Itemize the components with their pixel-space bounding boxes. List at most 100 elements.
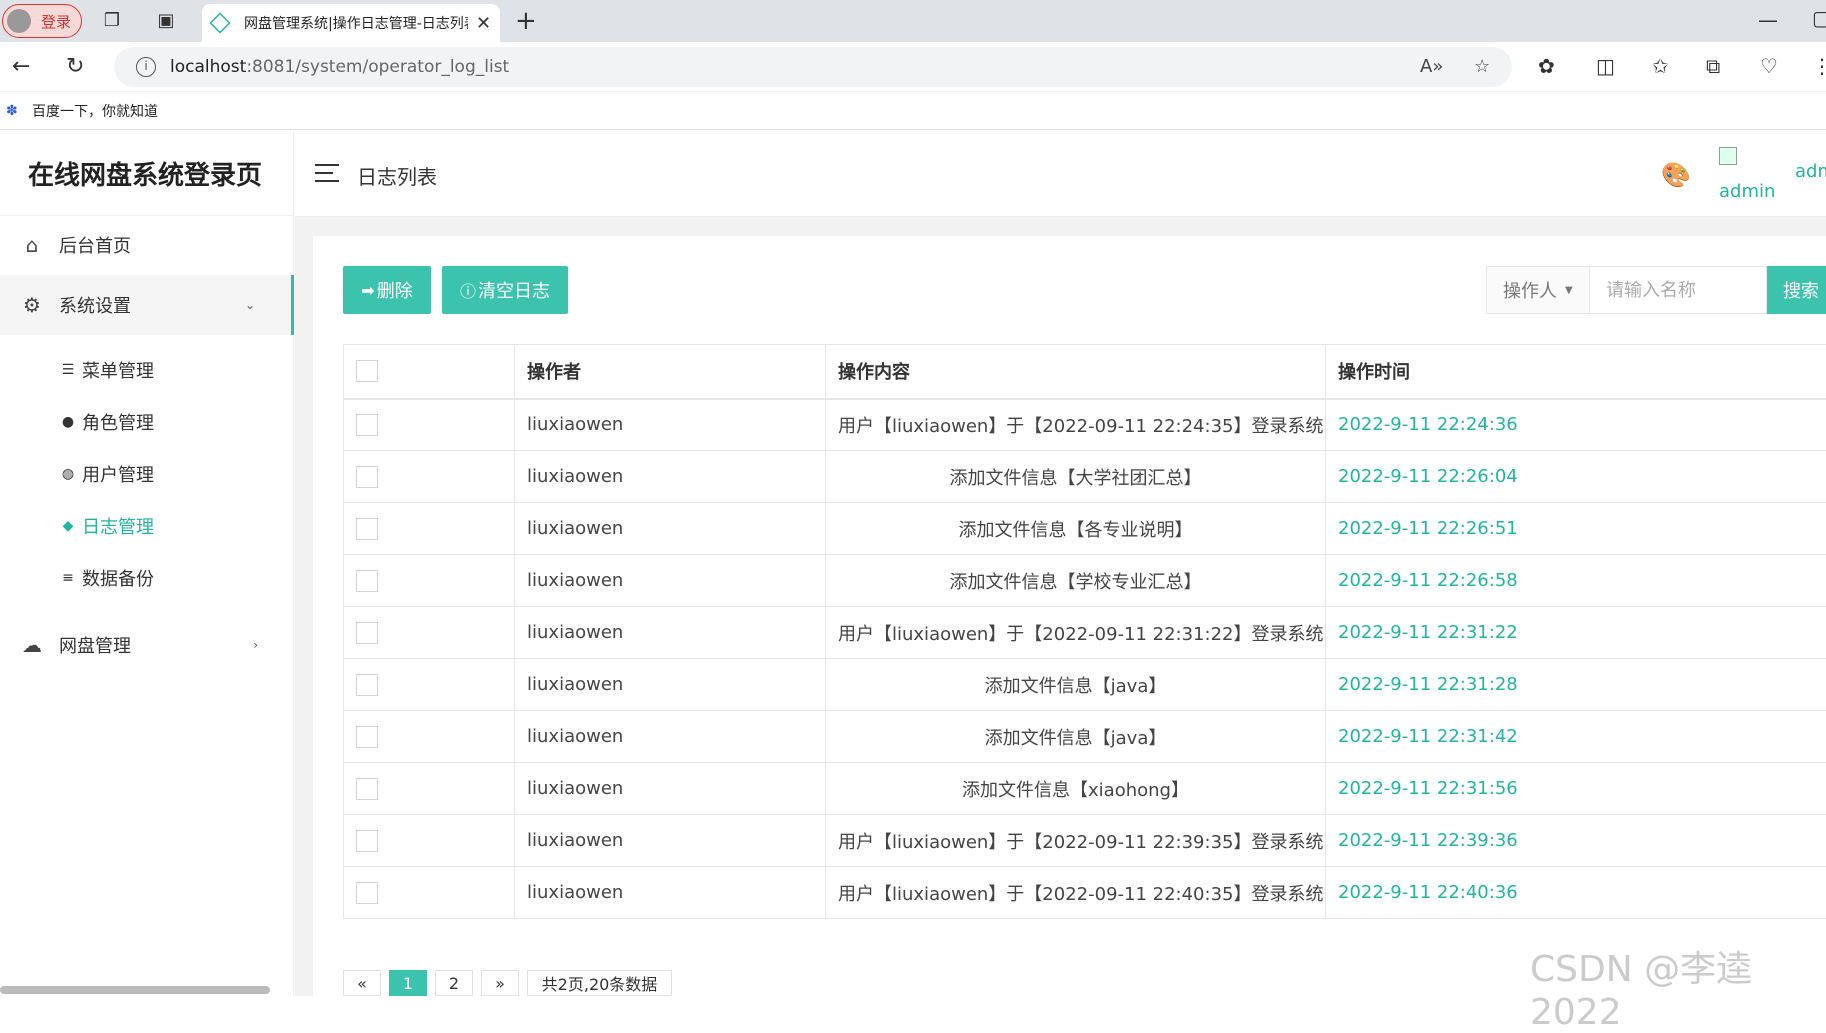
minimize-icon[interactable]: — bbox=[1758, 8, 1778, 32]
row-checkbox[interactable] bbox=[356, 830, 378, 852]
row-checkbox[interactable] bbox=[356, 882, 378, 904]
content-cell: 用户【liuxiaowen】于【2022-09-11 22:39:35】登录系统… bbox=[826, 815, 1326, 867]
page-title: 日志列表 bbox=[357, 161, 437, 190]
refresh-icon[interactable]: ↻ bbox=[66, 54, 84, 79]
list-icon: ☰ bbox=[60, 362, 76, 378]
search-field-select-value: 操作人 bbox=[1503, 277, 1557, 303]
address-bar[interactable]: i localhost:8081/system/operator_log_lis… bbox=[114, 47, 1512, 87]
address-row: ← ↻ i localhost:8081/system/operator_log… bbox=[0, 42, 1826, 92]
pagination-summary: 共2页,20条数据 bbox=[527, 970, 672, 996]
profile-button[interactable]: 登录 bbox=[2, 4, 82, 38]
pagination-prev[interactable]: « bbox=[343, 970, 381, 996]
split-screen-icon[interactable]: ◫ bbox=[1596, 54, 1615, 78]
operator-cell: liuxiaowen bbox=[515, 659, 826, 711]
row-checkbox[interactable] bbox=[356, 778, 378, 800]
row-checkbox[interactable] bbox=[356, 414, 378, 436]
sidebar-item-label: 菜单管理 bbox=[82, 357, 154, 383]
search-input[interactable] bbox=[1589, 266, 1767, 314]
read-aloud-icon[interactable]: A» bbox=[1420, 56, 1443, 77]
operator-cell: liuxiaowen bbox=[515, 451, 826, 503]
content-cell: 添加文件信息【java】 bbox=[826, 659, 1326, 711]
search-field-select[interactable]: 操作人 ▼ bbox=[1486, 266, 1590, 314]
favorite-star-icon[interactable]: ☆ bbox=[1474, 56, 1490, 77]
cloud-icon: ☁ bbox=[21, 633, 43, 657]
sidebar-item-netdisk[interactable]: ☁ 网盘管理 › bbox=[0, 615, 294, 675]
bookmarks-bar: ✽ 百度一下，你就知道 bbox=[0, 92, 1826, 130]
pagination-page-1[interactable]: 1 bbox=[389, 970, 427, 996]
delete-button[interactable]: ➡删除 bbox=[343, 266, 431, 314]
palette-icon[interactable]: 🎨 bbox=[1661, 161, 1691, 189]
pagination-page-2[interactable]: 2 bbox=[435, 970, 473, 996]
table-row: liuxiaowen 添加文件信息【java】 2022-9-11 22:31:… bbox=[344, 659, 1826, 711]
time-cell: 2022-9-11 22:31:56 bbox=[1326, 763, 1826, 815]
sidebar-item-settings[interactable]: ⚙ 系统设置 ⌄ bbox=[0, 275, 294, 335]
browser-tab[interactable]: 网盘管理系统|操作日志管理-日志列表 ✕ bbox=[202, 4, 500, 42]
browser-essentials-icon[interactable]: ♡ bbox=[1760, 54, 1778, 78]
avatar[interactable]: admin bbox=[1719, 147, 1779, 207]
profile-avatar-icon bbox=[7, 9, 31, 33]
tab-close-icon[interactable]: ✕ bbox=[476, 13, 491, 34]
column-header-content: 操作内容 bbox=[826, 345, 1326, 399]
bookmark-baidu[interactable]: 百度一下，你就知道 bbox=[32, 101, 158, 121]
menu-toggle-icon[interactable] bbox=[315, 164, 339, 182]
sidebar-item-label: 数据备份 bbox=[82, 565, 154, 591]
row-checkbox[interactable] bbox=[356, 570, 378, 592]
sidebar-item-user-manage[interactable]: ◍ 用户管理 bbox=[60, 454, 154, 494]
time-cell: 2022-9-11 22:31:42 bbox=[1326, 711, 1826, 763]
maximize-icon[interactable]: ▢ bbox=[1812, 6, 1826, 30]
operator-cell: liuxiaowen bbox=[515, 711, 826, 763]
collections-icon[interactable]: ⧉ bbox=[1706, 54, 1720, 78]
sidebar-item-label: 网盘管理 bbox=[59, 632, 131, 658]
delete-button-label: 删除 bbox=[377, 277, 413, 303]
sidebar-item-data-backup[interactable]: ≡ 数据备份 bbox=[60, 558, 154, 598]
search-button[interactable]: 搜索 bbox=[1767, 266, 1826, 314]
time-cell: 2022-9-11 22:26:51 bbox=[1326, 503, 1826, 555]
home-icon: ⌂ bbox=[21, 233, 43, 257]
username[interactable]: admin bbox=[1795, 161, 1826, 182]
workspaces-icon[interactable]: ❐ bbox=[100, 9, 124, 33]
log-table: 操作者 操作内容 操作时间 liuxiaowen 用户【liuxiaowen】于… bbox=[343, 344, 1826, 919]
table-row: liuxiaowen 添加文件信息【xiaohong】 2022-9-11 22… bbox=[344, 763, 1826, 815]
back-icon[interactable]: ← bbox=[12, 54, 30, 79]
row-checkbox[interactable] bbox=[356, 726, 378, 748]
column-header-operator: 操作者 bbox=[515, 345, 826, 399]
time-cell: 2022-9-11 22:24:36 bbox=[1326, 399, 1826, 451]
column-header-time: 操作时间 bbox=[1326, 345, 1826, 399]
site-info-icon[interactable]: i bbox=[136, 57, 156, 77]
tab-title: 网盘管理系统|操作日志管理-日志列表 bbox=[244, 13, 468, 33]
pagination-next[interactable]: » bbox=[481, 970, 519, 996]
more-icon[interactable]: ⋮ bbox=[1812, 54, 1826, 78]
favorites-icon[interactable]: ✩ bbox=[1652, 54, 1669, 78]
content-cell: 添加文件信息【各专业说明】 bbox=[826, 503, 1326, 555]
sidebar-item-label: 后台首页 bbox=[59, 232, 131, 258]
content-cell: 添加文件信息【java】 bbox=[826, 711, 1326, 763]
extensions-icon[interactable]: ✿ bbox=[1538, 54, 1555, 78]
sidebar-scrollbar[interactable] bbox=[0, 986, 270, 994]
avatar-alt-text: admin bbox=[1719, 181, 1775, 202]
table-row: liuxiaowen 用户【liuxiaowen】于【2022-09-11 22… bbox=[344, 815, 1826, 867]
table-row: liuxiaowen 用户【liuxiaowen】于【2022-09-11 22… bbox=[344, 399, 1826, 451]
row-checkbox[interactable] bbox=[356, 674, 378, 696]
sidebar-item-label: 系统设置 bbox=[59, 292, 131, 318]
select-all-cell bbox=[344, 345, 515, 399]
table-row: liuxiaowen 添加文件信息【java】 2022-9-11 22:31:… bbox=[344, 711, 1826, 763]
tab-actions-icon[interactable]: ▣ bbox=[154, 9, 178, 33]
sidebar-item-role-manage[interactable]: ● 角色管理 bbox=[60, 402, 154, 442]
new-tab-icon[interactable]: + bbox=[515, 6, 537, 36]
clear-log-button[interactable]: ⓘ清空日志 bbox=[442, 266, 568, 314]
watermark: CSDN @李逵2022 bbox=[1530, 940, 1826, 1033]
content-cell: 用户【liuxiaowen】于【2022-09-11 22:31:22】登录系统… bbox=[826, 607, 1326, 659]
sidebar-item-menu-manage[interactable]: ☰ 菜单管理 bbox=[60, 350, 154, 390]
row-checkbox[interactable] bbox=[356, 622, 378, 644]
row-checkbox[interactable] bbox=[356, 518, 378, 540]
table-row: liuxiaowen 用户【liuxiaowen】于【2022-09-11 22… bbox=[344, 607, 1826, 659]
operator-cell: liuxiaowen bbox=[515, 555, 826, 607]
time-cell: 2022-9-11 22:26:04 bbox=[1326, 451, 1826, 503]
sidebar-item-log-manage[interactable]: ◆ 日志管理 bbox=[60, 506, 154, 546]
database-icon: ≡ bbox=[60, 570, 76, 586]
time-cell: 2022-9-11 22:26:58 bbox=[1326, 555, 1826, 607]
operator-cell: liuxiaowen bbox=[515, 763, 826, 815]
row-checkbox[interactable] bbox=[356, 466, 378, 488]
select-all-checkbox[interactable] bbox=[356, 360, 378, 382]
sidebar-item-home[interactable]: ⌂ 后台首页 bbox=[0, 215, 294, 275]
